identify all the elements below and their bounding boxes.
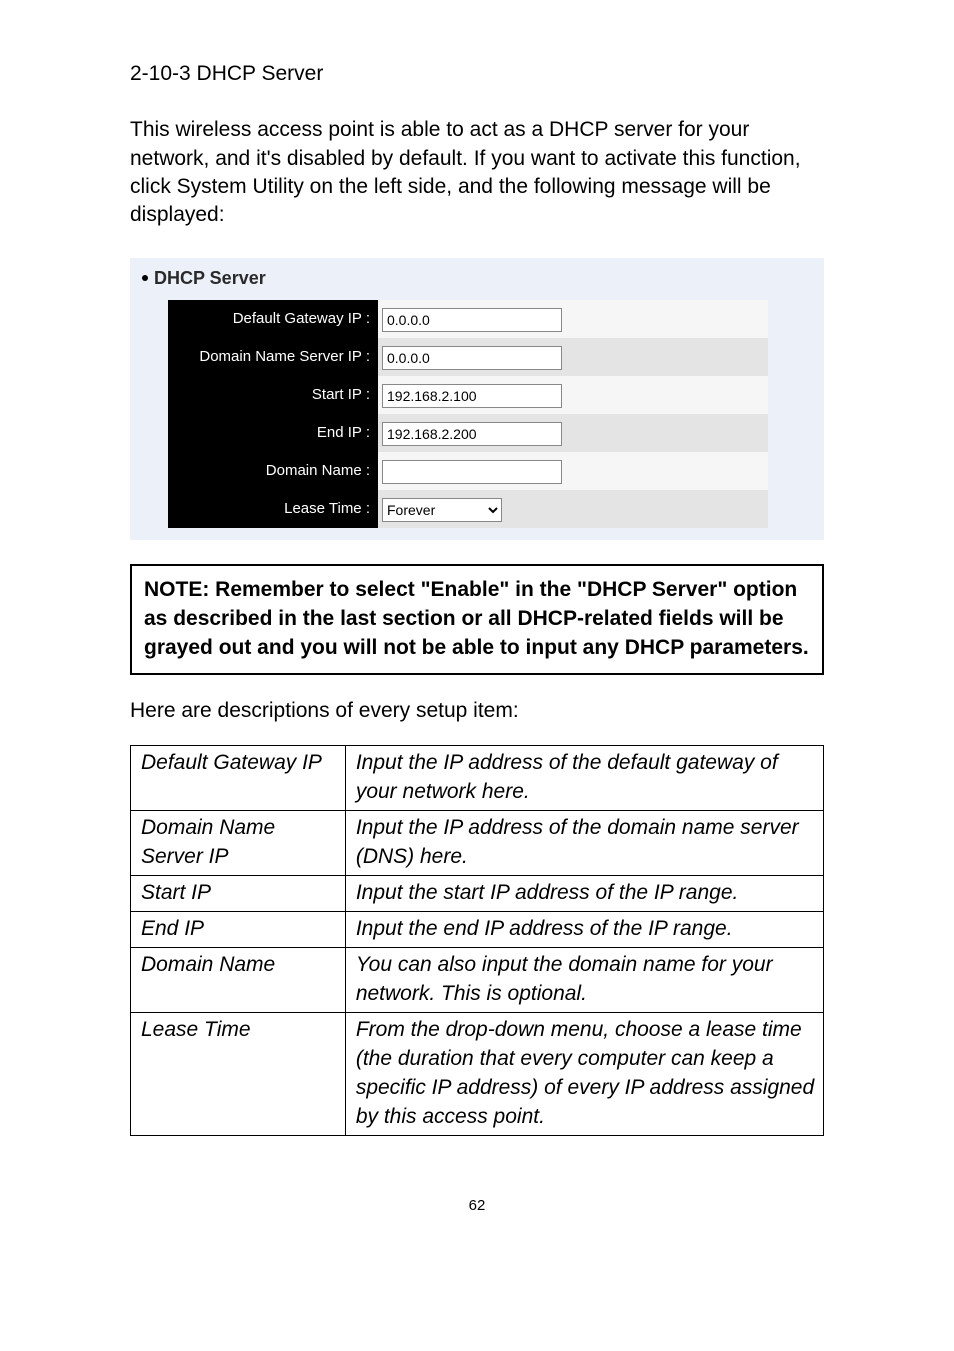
desc-text-dns: Input the IP address of the domain name …: [345, 811, 823, 876]
page-number: 62: [130, 1196, 824, 1216]
form-row-end-ip: End IP :: [168, 414, 768, 452]
label-default-gateway: Default Gateway IP :: [168, 300, 378, 338]
table-row: Domain Name You can also input the domai…: [131, 948, 824, 1013]
form-row-default-gateway: Default Gateway IP :: [168, 300, 768, 338]
desc-label-end-ip: End IP: [131, 912, 346, 948]
label-start-ip: Start IP :: [168, 376, 378, 414]
dhcp-panel-header: DHCP Server: [140, 266, 814, 290]
cell-default-gateway: [378, 300, 768, 338]
table-row: Lease Time From the drop-down menu, choo…: [131, 1013, 824, 1136]
desc-label-default-gateway: Default Gateway IP: [131, 746, 346, 811]
desc-label-start-ip: Start IP: [131, 876, 346, 912]
start-ip-input[interactable]: [382, 384, 562, 408]
desc-text-start-ip: Input the start IP address of the IP ran…: [345, 876, 823, 912]
desc-label-lease-time: Lease Time: [131, 1013, 346, 1136]
dhcp-form-table: Default Gateway IP : Domain Name Server …: [168, 300, 768, 528]
dns-input[interactable]: [382, 346, 562, 370]
cell-domain-name: [378, 452, 768, 490]
bullet-icon: [142, 275, 148, 281]
section-title: 2-10-3 DHCP Server: [130, 60, 824, 88]
lease-time-select[interactable]: Forever: [382, 498, 502, 522]
cell-dns: [378, 338, 768, 376]
dhcp-header-text: DHCP Server: [154, 266, 266, 290]
label-end-ip: End IP :: [168, 414, 378, 452]
cell-lease-time: Forever: [378, 490, 768, 528]
cell-start-ip: [378, 376, 768, 414]
table-row: End IP Input the end IP address of the I…: [131, 912, 824, 948]
cell-end-ip: [378, 414, 768, 452]
desc-text-domain-name: You can also input the domain name for y…: [345, 948, 823, 1013]
label-lease-time: Lease Time :: [168, 490, 378, 528]
dhcp-server-panel: DHCP Server Default Gateway IP : Domain …: [130, 258, 824, 540]
desc-label-domain-name: Domain Name: [131, 948, 346, 1013]
table-row: Start IP Input the start IP address of t…: [131, 876, 824, 912]
note-box: NOTE: Remember to select "Enable" in the…: [130, 564, 824, 675]
table-row: Default Gateway IP Input the IP address …: [131, 746, 824, 811]
intro-paragraph: This wireless access point is able to ac…: [130, 116, 824, 229]
form-row-lease-time: Lease Time : Forever: [168, 490, 768, 528]
desc-text-end-ip: Input the end IP address of the IP range…: [345, 912, 823, 948]
desc-label-dns: Domain Name Server IP: [131, 811, 346, 876]
table-row: Domain Name Server IP Input the IP addre…: [131, 811, 824, 876]
label-dns: Domain Name Server IP :: [168, 338, 378, 376]
domain-name-input[interactable]: [382, 460, 562, 484]
form-row-domain-name: Domain Name :: [168, 452, 768, 490]
desc-text-lease-time: From the drop-down menu, choose a lease …: [345, 1013, 823, 1136]
default-gateway-input[interactable]: [382, 308, 562, 332]
form-row-dns: Domain Name Server IP :: [168, 338, 768, 376]
desc-text-default-gateway: Input the IP address of the default gate…: [345, 746, 823, 811]
description-table: Default Gateway IP Input the IP address …: [130, 745, 824, 1136]
label-domain-name: Domain Name :: [168, 452, 378, 490]
description-intro: Here are descriptions of every setup ite…: [130, 697, 824, 725]
form-row-start-ip: Start IP :: [168, 376, 768, 414]
end-ip-input[interactable]: [382, 422, 562, 446]
